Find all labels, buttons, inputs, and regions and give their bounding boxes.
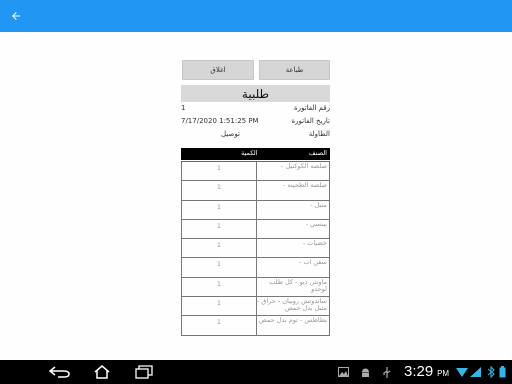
system-nav-bar: 3:29 PM — [0, 360, 512, 384]
row-quantity: 1 — [182, 162, 257, 181]
invoice-number-value: 1 — [181, 104, 186, 112]
arrow-left-icon — [12, 12, 20, 20]
table-row: 1 صلصه الطحينه - — [181, 181, 330, 201]
wifi-icon — [456, 366, 468, 378]
row-quantity: 1 — [182, 297, 257, 316]
row-item: ساندوتش روبيان - حراق - متبل بدل حمص — [256, 297, 327, 313]
row-item: سفن اب - — [298, 258, 327, 267]
table-row: 1 ماونتن ديو - كل طلب لوحدو — [181, 277, 330, 298]
battery-icon — [496, 366, 508, 378]
app-bar — [0, 0, 512, 32]
android-icon — [359, 366, 371, 378]
table-row: 1 سفن اب - — [181, 258, 330, 278]
row-item: خضيات - — [302, 239, 327, 248]
usb-icon — [381, 366, 393, 378]
row-item: صلصه الكوكتيل - — [281, 162, 327, 170]
nav-recents-button[interactable] — [130, 364, 158, 380]
quantity-column-header: الكمية — [241, 149, 258, 157]
clock-time: 3:29 — [404, 363, 434, 380]
row-quantity: 1 — [182, 277, 257, 297]
table-label: الطاولة — [308, 130, 330, 138]
row-item: متبل - — [310, 200, 327, 209]
row-quantity: 1 — [182, 239, 257, 258]
items-table-header: الصنف الكمية — [181, 148, 330, 160]
nav-home-icon — [94, 365, 110, 379]
nav-back-button[interactable] — [46, 364, 74, 380]
table-row: 1 خضيات - — [181, 239, 330, 259]
back-button[interactable] — [6, 6, 26, 26]
nav-back-icon — [49, 366, 70, 378]
row-item: بطاطس - ثوم بدل حمص — [258, 316, 327, 325]
row-quantity: 1 — [182, 181, 257, 200]
row-item: ماونتن ديو - كل طلب لوحدو — [269, 277, 327, 293]
table-row: 1 متبل - — [181, 200, 330, 220]
invoice-number-label: رقم الفاتورة — [294, 104, 330, 112]
invoice-number-row: رقم الفاتورة 1 — [181, 104, 330, 115]
row-quantity: 1 — [182, 200, 257, 219]
order-title: طلبية — [181, 85, 330, 102]
table-row: 1 ساندوتش روبيان - حراق - متبل بدل حمص — [181, 297, 330, 317]
clock-ampm: PM — [437, 369, 450, 378]
gallery-icon — [337, 366, 349, 378]
nav-home-button[interactable] — [88, 364, 116, 380]
row-quantity: 1 — [182, 258, 257, 277]
row-item: بيبسي - — [305, 219, 327, 228]
row-item: صلصه الطحينه - — [283, 181, 327, 190]
table-row-info: الطاولة توصيل — [181, 130, 330, 141]
table-value: توصيل — [221, 130, 240, 138]
status-clock: 3:29 PM — [404, 363, 449, 380]
invoice-date-row: تاريخ الفاتورة 7/17/2020 1:51:25 PM — [181, 117, 330, 128]
item-column-header: الصنف — [308, 149, 327, 157]
invoice-date-label: تاريخ الفاتورة — [291, 117, 330, 125]
print-button[interactable]: طباعة — [259, 60, 330, 80]
table-row: 1 بطاطس - ثوم بدل حمص — [181, 316, 330, 336]
nav-recents-icon — [135, 365, 153, 379]
row-quantity: 1 — [182, 316, 257, 335]
signal-icon — [470, 366, 482, 378]
invoice-date-value: 7/17/2020 1:51:25 PM — [181, 117, 259, 125]
close-button[interactable]: اغلاق — [182, 60, 254, 80]
items-table: 1 صلصه الكوكتيل - 1 صلصه الطحينه - 1 متبل -… — [181, 161, 330, 336]
table-row: 1 صلصه الكوكتيل - — [181, 162, 330, 182]
row-quantity: 1 — [182, 219, 257, 239]
table-row: 1 بيبسي - — [181, 219, 330, 240]
